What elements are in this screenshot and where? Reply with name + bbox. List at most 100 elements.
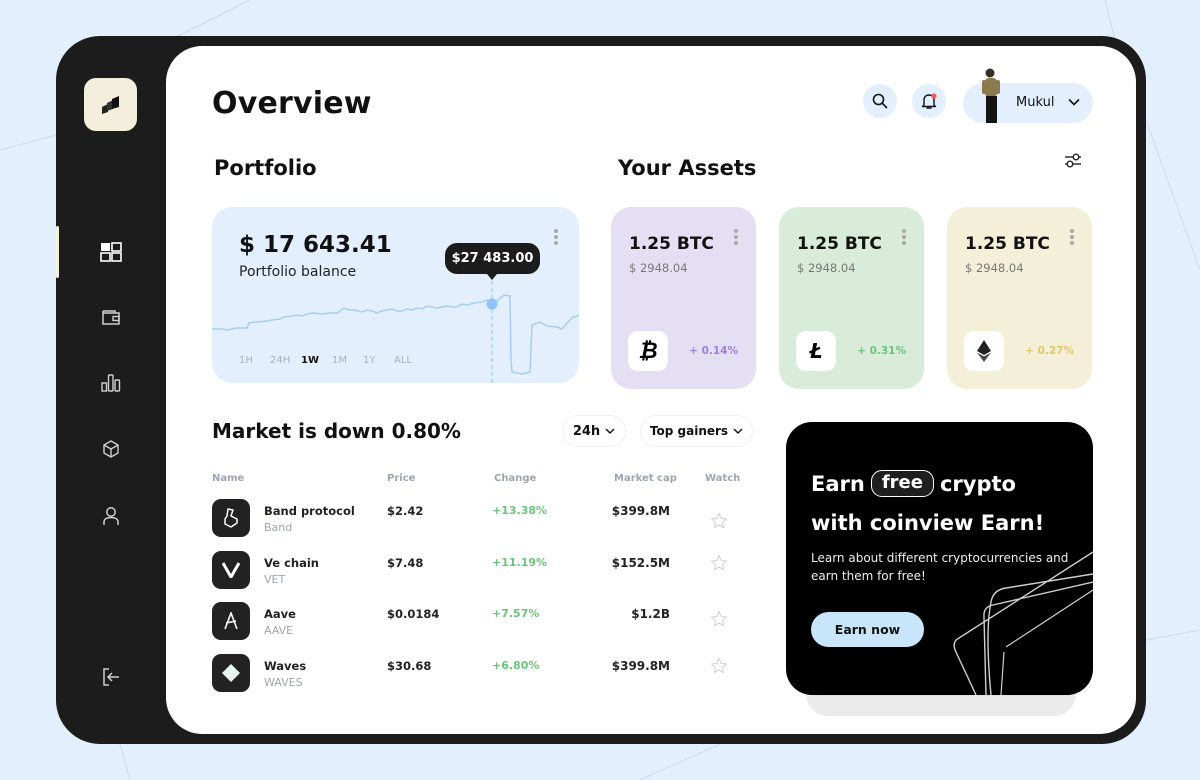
promo-free-badge: free — [870, 456, 934, 506]
star-icon[interactable] — [710, 610, 728, 628]
column-header-watch[interactable]: Watch — [705, 473, 740, 484]
market-title: Market is down 0.80% — [212, 419, 461, 443]
portfolio-balance-label: Portfolio balance — [239, 264, 357, 280]
filter-icon[interactable] — [1063, 152, 1083, 170]
coin-name: Waves — [264, 659, 307, 673]
waves-glyph — [222, 664, 240, 682]
asset-change: + 0.27% — [1025, 345, 1074, 357]
coin-price: $0.0184 — [387, 607, 440, 621]
column-header-price[interactable]: Price — [387, 473, 415, 484]
coin-symbol: Band — [264, 521, 293, 534]
chart-point-marker[interactable] — [486, 298, 498, 310]
search-button[interactable] — [863, 84, 897, 118]
ethereum-glyph — [977, 340, 991, 362]
promo-description: Learn about different cryptocurrencies a… — [811, 551, 1069, 583]
range-1y[interactable]: 1Y — [363, 355, 394, 366]
asset-more-menu[interactable] — [1069, 229, 1075, 249]
bitcoin-icon: ₿ — [628, 331, 668, 371]
asset-more-menu[interactable] — [733, 229, 739, 249]
coin-name: Band protocol — [264, 504, 355, 518]
search-icon — [872, 93, 888, 109]
promo-headline-earn: Earn — [811, 471, 865, 496]
column-header-market-cap[interactable]: Market cap — [614, 473, 677, 484]
sort-dropdown[interactable]: Top gainers — [640, 415, 753, 447]
asset-card[interactable]: 1.25 BTC $ 2948.04 Ł + 0.31% — [779, 207, 924, 389]
coin-name: Ve chain — [264, 556, 319, 570]
portfolio-balance: $ 17 643.41 — [239, 232, 392, 258]
sidebar-item-profile[interactable] — [56, 496, 166, 536]
portfolio-card: $ 17 643.41 Portfolio balance $27 483.00… — [212, 207, 579, 383]
band-protocol-icon — [212, 499, 250, 537]
range-all[interactable]: ALL — [394, 355, 425, 366]
promo-headline-crypto: crypto — [939, 471, 1016, 496]
ethereum-icon — [964, 331, 1004, 371]
star-icon[interactable] — [710, 512, 728, 530]
column-header-name[interactable]: Name — [212, 473, 244, 484]
user-name: Mukul — [1016, 95, 1055, 110]
asset-usd-value: $ 2948.04 — [629, 261, 688, 275]
main-content: Overview Mukul Portfolio Your Assets $ 1… — [166, 46, 1136, 734]
coin-price: $7.48 — [387, 556, 424, 570]
band-glyph — [224, 508, 238, 528]
asset-change: + 0.31% — [857, 345, 906, 357]
vechain-glyph — [222, 562, 240, 578]
aave-icon — [212, 602, 250, 640]
coin-price: $2.42 — [387, 504, 424, 518]
asset-card[interactable]: 1.25 BTC $ 2948.04 ₿ + 0.14% — [611, 207, 756, 389]
asset-more-menu[interactable] — [901, 229, 907, 249]
star-icon[interactable] — [710, 554, 728, 572]
coin-market-cap: $399.8M — [611, 659, 670, 673]
sidebar-item-products[interactable] — [56, 429, 166, 469]
period-dropdown[interactable]: 24h — [562, 415, 626, 447]
time-range-selector: 1H 24H 1W 1M 1Y ALL — [239, 355, 425, 366]
earn-promo-card: Earn free crypto with coinview Earn! Lea… — [786, 422, 1093, 695]
logout-icon — [103, 668, 119, 686]
user-icon — [103, 507, 119, 525]
range-1m[interactable]: 1M — [332, 355, 363, 366]
portfolio-more-menu[interactable] — [553, 229, 559, 249]
bitcoin-glyph: ₿ — [638, 339, 658, 364]
coin-price: $30.68 — [387, 659, 432, 673]
user-menu[interactable]: Mukul — [963, 68, 1093, 123]
coin-market-cap: $399.8M — [611, 504, 670, 518]
column-header-change[interactable]: Change — [494, 473, 536, 484]
chart-tooltip: $27 483.00 — [445, 243, 540, 280]
table-row[interactable]: Waves WAVES $30.68 +6.80% $399.8M — [212, 654, 742, 694]
range-1w[interactable]: 1W — [301, 355, 332, 366]
asset-card[interactable]: 1.25 BTC $ 2948.04 + 0.27% — [947, 207, 1092, 389]
notifications-button[interactable] — [912, 84, 946, 118]
table-row[interactable]: Aave AAVE $0.0184 +7.57% $1.2B — [212, 602, 742, 642]
app-logo[interactable] — [84, 78, 137, 131]
vechain-icon — [212, 551, 250, 589]
promo-headline-line1: Earn free crypto — [811, 456, 1016, 506]
logout-button[interactable] — [56, 657, 166, 697]
asset-change: + 0.14% — [689, 345, 738, 357]
range-24h[interactable]: 24H — [270, 355, 301, 366]
coin-change: +13.38% — [492, 504, 548, 517]
sidebar-item-wallet[interactable] — [56, 297, 166, 337]
sidebar-item-analytics[interactable] — [56, 363, 166, 403]
coin-change: +11.19% — [492, 556, 548, 569]
asset-amount: 1.25 BTC — [629, 234, 714, 254]
sidebar-item-dashboard[interactable] — [56, 226, 166, 278]
coin-symbol: AAVE — [264, 624, 294, 637]
asset-amount: 1.25 BTC — [965, 234, 1050, 254]
assets-title: Your Assets — [618, 156, 757, 180]
logo-icon — [101, 95, 119, 114]
litecoin-glyph: Ł — [809, 339, 823, 363]
sort-dropdown-value: Top gainers — [649, 424, 729, 438]
star-icon[interactable] — [710, 657, 728, 675]
bar-chart-icon — [101, 374, 121, 392]
table-row[interactable]: Ve chain VET $7.48 +11.19% $152.5M — [212, 551, 742, 591]
litecoin-icon: Ł — [796, 331, 836, 371]
coin-symbol: VET — [264, 573, 286, 586]
waves-icon — [212, 654, 250, 692]
cube-icon — [103, 440, 119, 458]
table-row[interactable]: Band protocol Band $2.42 +13.38% $399.8M — [212, 499, 742, 539]
coin-change: +6.80% — [492, 659, 540, 672]
chevron-down-icon — [1068, 98, 1080, 106]
coin-market-cap: $152.5M — [611, 556, 670, 570]
range-1h[interactable]: 1H — [239, 355, 270, 366]
device-frame: Overview Mukul Portfolio Your Assets $ 1… — [56, 36, 1146, 744]
earn-now-button[interactable]: Earn now — [811, 612, 924, 647]
